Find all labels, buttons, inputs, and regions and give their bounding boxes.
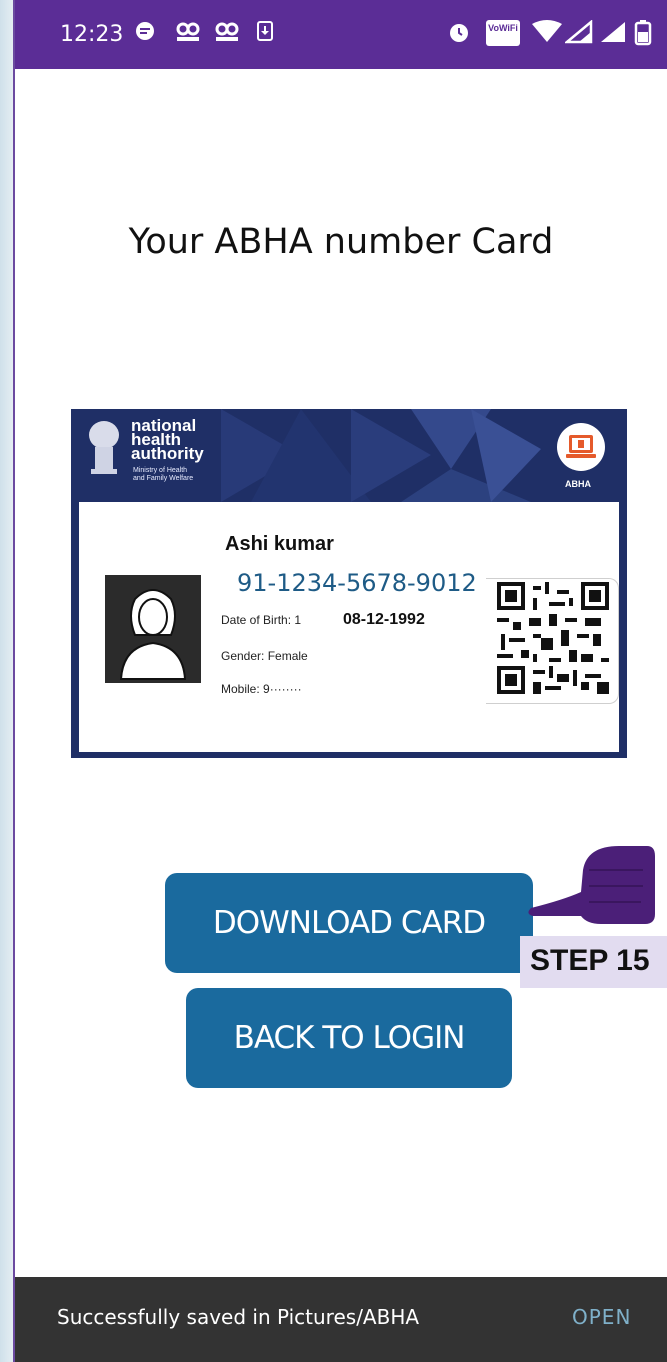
status-bar: 12:23 VoWiFi (15, 0, 667, 69)
emblem-icon (85, 419, 123, 481)
abha-card: national health authority Ministry of He… (71, 409, 627, 758)
abha-logo-icon (557, 423, 605, 471)
abha-number: 91-1234-5678-9012 (237, 569, 477, 597)
snackbar-message: Successfully saved in Pictures/ABHA (57, 1305, 420, 1329)
wifi-icon (530, 20, 564, 51)
org-ministry: Ministry of Health and Family Welfare (133, 467, 194, 482)
pointing-hand-icon (523, 840, 667, 930)
org-name: national health authority (131, 416, 204, 463)
download-box-icon (256, 20, 274, 49)
battery-icon (634, 20, 652, 53)
download-card-button[interactable]: DOWNLOAD CARD (165, 873, 533, 973)
abha-label: ABHA (565, 479, 591, 489)
hood-icon (175, 20, 201, 51)
step-annotation: STEP 15 (520, 936, 667, 988)
card-body: Ashi kumar 91-1234-5678-9012 Date of Bir… (79, 502, 619, 752)
signal-icon (563, 19, 593, 51)
back-to-login-button[interactable]: BACK TO LOGIN (186, 988, 512, 1088)
card-header: national health authority Ministry of He… (71, 409, 627, 502)
alarm-icon (447, 20, 471, 51)
page-title: Your ABHA number Card (128, 222, 554, 262)
hood-icon (214, 20, 240, 51)
app-screen: 12:23 VoWiFi Your ABHA number Card natio… (13, 0, 667, 1362)
snackbar: Successfully saved in Pictures/ABHA OPEN (15, 1277, 667, 1362)
avatar (105, 575, 201, 683)
qr-code (497, 582, 609, 694)
snackbar-open-button[interactable]: OPEN (572, 1305, 631, 1329)
mobile: Mobile: 9········ (221, 682, 302, 696)
dob-value: 08-12-1992 (341, 611, 427, 629)
dob-label: Date of Birth: 1 (221, 613, 302, 627)
status-time: 12:23 (60, 22, 124, 47)
vowifi-icon: VoWiFi (486, 20, 520, 53)
gender: Gender: Female (221, 649, 308, 663)
signal-icon (599, 20, 627, 51)
vowifi-label: VoWiFi (488, 23, 518, 33)
chat-bubble-icon (133, 20, 157, 51)
step-label: STEP 15 (530, 944, 650, 977)
holder-name: Ashi kumar (225, 533, 334, 555)
